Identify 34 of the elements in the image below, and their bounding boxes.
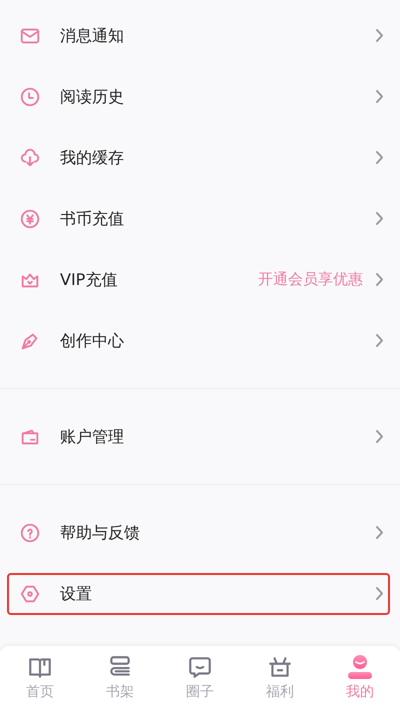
yen-coin-icon xyxy=(19,208,41,230)
menu-item[interactable]: 阅读历史 xyxy=(0,66,400,127)
menu-label: 消息通知 xyxy=(60,24,124,46)
menu-label: 我的缓存 xyxy=(60,146,124,168)
profile-icon xyxy=(346,654,374,680)
clock-icon xyxy=(19,86,41,108)
help-icon xyxy=(19,522,41,544)
menu-item[interactable]: 我的缓存 xyxy=(0,127,400,188)
chevron-right-icon xyxy=(375,333,384,348)
menu-label: 帮助与反馈 xyxy=(60,522,140,544)
gift-box-icon xyxy=(267,654,293,680)
menu-label: 账户管理 xyxy=(60,426,124,448)
chevron-right-icon xyxy=(375,211,384,226)
chevron-right-icon xyxy=(375,150,384,165)
menu-item[interactable]: VIP充值 开通会员享优惠 xyxy=(0,249,400,310)
menu-item[interactable]: 帮助与反馈 xyxy=(0,502,400,563)
chevron-right-icon xyxy=(375,429,384,444)
menu-label: 阅读历史 xyxy=(60,86,124,108)
menu-item[interactable]: 消息通知 xyxy=(0,5,400,66)
menu-item[interactable]: 书币充值 xyxy=(0,188,400,249)
menu-label: VIP充值 xyxy=(60,268,118,290)
promo-text: 开通会员享优惠 xyxy=(258,269,363,290)
menu-item[interactable]: 设置 xyxy=(0,563,400,624)
cloud-download-icon xyxy=(19,146,41,168)
chevron-right-icon xyxy=(375,525,384,540)
menu-label: 创作中心 xyxy=(60,330,124,352)
chevron-right-icon xyxy=(375,28,384,43)
chevron-right-icon xyxy=(375,272,384,287)
chevron-right-icon xyxy=(375,586,384,601)
menu-label: 设置 xyxy=(60,582,92,604)
menu-item[interactable]: 创作中心 xyxy=(0,310,400,371)
menu-label: 书币充值 xyxy=(60,208,124,230)
chevron-right-icon xyxy=(375,89,384,104)
menu-item[interactable]: 账户管理 xyxy=(0,406,400,467)
